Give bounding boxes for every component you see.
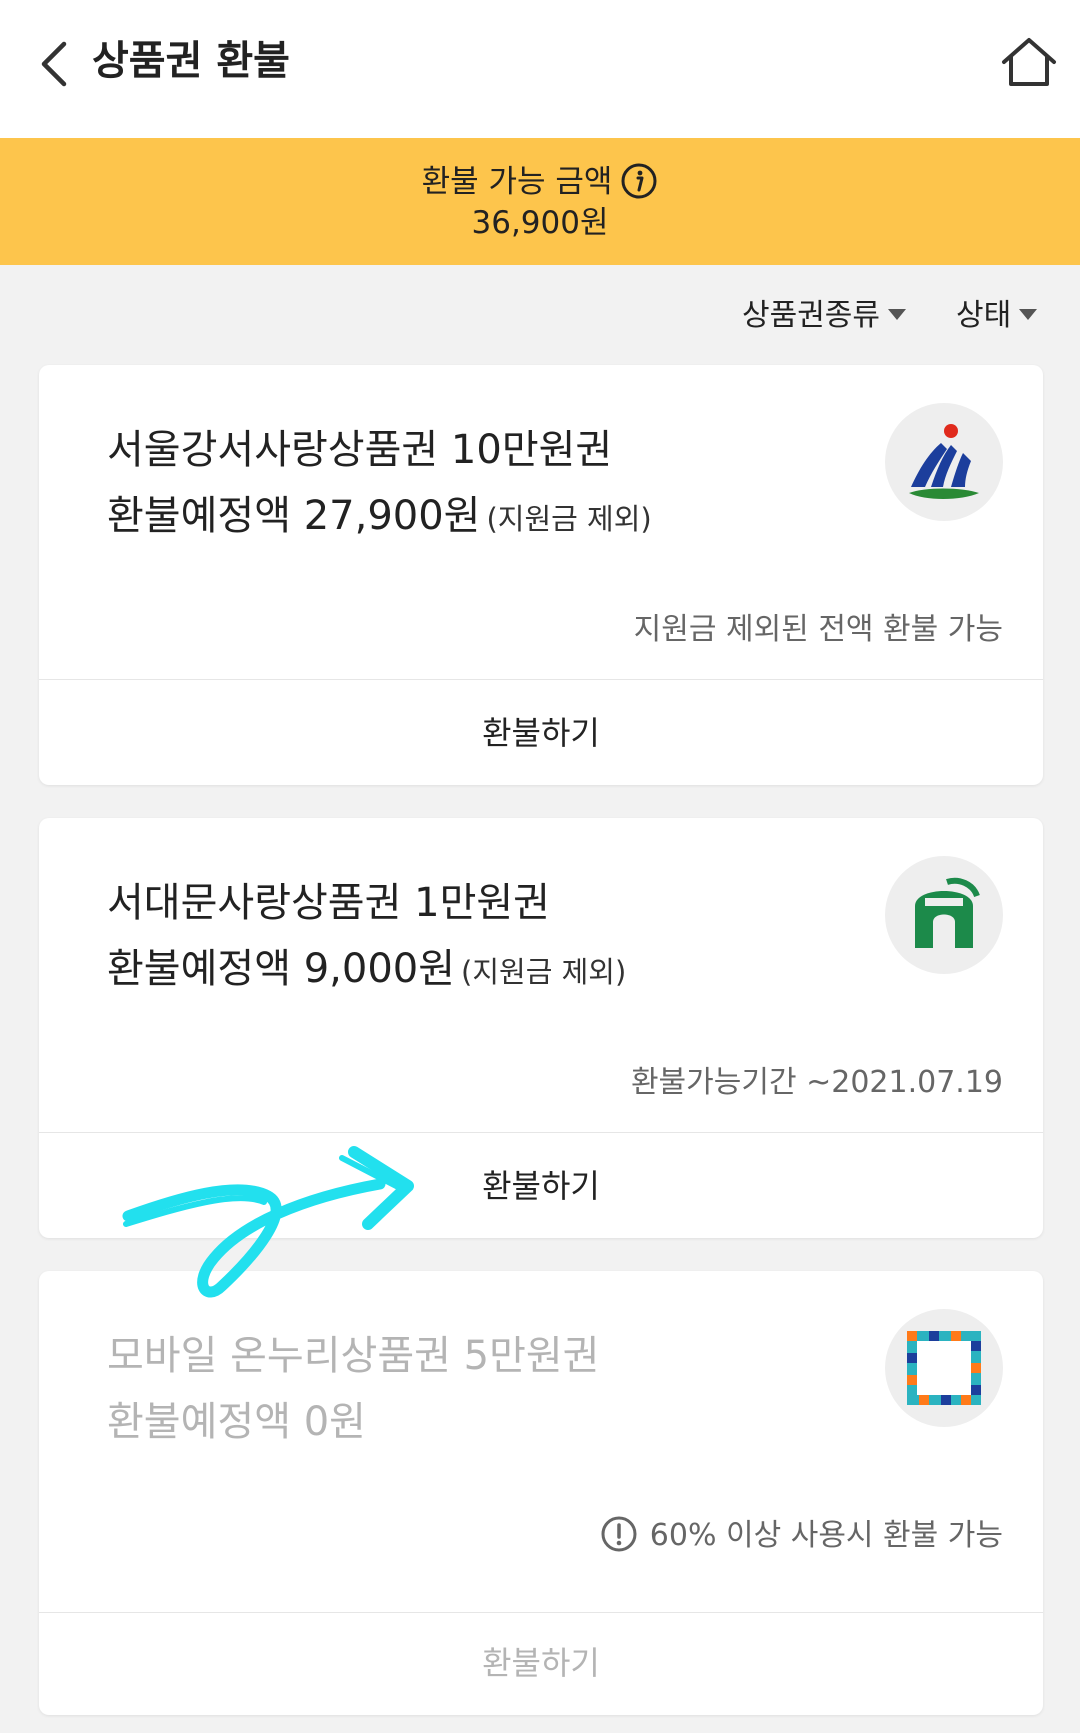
refund-amount-text: 환불예정액 9,000원: [107, 946, 456, 992]
voucher-note: 지원금 제외된 전액 환불 가능: [633, 612, 1003, 647]
card-divider: [39, 1132, 1043, 1133]
voucher-refund-amount: 환불예정액 0원: [107, 1395, 366, 1449]
voucher-note: 60% 이상 사용시 환불 가능: [600, 1515, 1003, 1557]
voucher-title: 서대문사랑상품권 1만원권: [107, 880, 550, 926]
banner-label-row: 환불 가능 금액: [0, 162, 1080, 202]
status-filter-label: 상태: [956, 298, 1012, 333]
voucher-refund-amount: 환불예정액 27,900원 (지원금 제외): [107, 489, 652, 546]
onnuri-logo-icon: [885, 1309, 1003, 1427]
warning-circle-icon: [600, 1515, 638, 1553]
voucher-title: 서울강서사랑상품권 10만원권: [107, 427, 613, 473]
home-button[interactable]: [996, 30, 1062, 96]
back-button[interactable]: [30, 30, 90, 94]
voucher-card-seodaemun: 서대문사랑상품권 1만원권 환불예정액 9,000원 (지원금 제외) 환불가능기…: [39, 818, 1043, 1238]
refundable-amount-banner: 환불 가능 금액 36,900원: [0, 138, 1080, 265]
home-icon: [1002, 38, 1056, 86]
seodaemun-logo-icon: [885, 856, 1003, 974]
refund-amount-text: 환불예정액 27,900원: [107, 493, 481, 539]
refund-amount-note: (지원금 제외): [461, 955, 627, 989]
card-divider: [39, 679, 1043, 680]
voucher-type-filter-label: 상품권종류: [742, 298, 880, 333]
refund-button[interactable]: 환불하기: [39, 683, 1043, 783]
voucher-note: 환불가능기간 ~2021.07.19: [630, 1065, 1003, 1100]
dropdown-caret-icon: [1019, 309, 1038, 320]
voucher-card-onnuri: 모바일 온누리상품권 5만원권 환불예정액 0원 60% 이상 사용시 환불 가…: [39, 1271, 1043, 1715]
gangseo-logo-icon: [885, 403, 1003, 521]
page-title: 상품권 환불: [92, 38, 290, 84]
refund-button[interactable]: 환불하기: [39, 1136, 1043, 1236]
refund-amount-text: 환불예정액 0원: [107, 1399, 366, 1445]
voucher-card-gangseo: 서울강서사랑상품권 10만원권 환불예정액 27,900원 (지원금 제외) 지원…: [39, 365, 1043, 785]
status-filter[interactable]: 상태: [956, 296, 1038, 336]
dropdown-caret-icon: [888, 309, 906, 320]
refund-button-disabled[interactable]: 환불하기: [39, 1613, 1043, 1713]
refund-amount-note: (지원금 제외): [486, 502, 652, 536]
voucher-refund-amount: 환불예정액 9,000원 (지원금 제외): [107, 942, 626, 999]
refundable-amount-label: 환불 가능 금액: [421, 164, 613, 200]
info-icon[interactable]: [620, 162, 658, 200]
voucher-title: 모바일 온누리상품권 5만원권: [107, 1333, 600, 1379]
app-header: 상품권 환불: [0, 0, 1080, 138]
voucher-type-filter[interactable]: 상품권종류: [742, 296, 906, 336]
chevron-left-icon: [41, 41, 67, 87]
refundable-amount-value: 36,900원: [471, 205, 609, 241]
voucher-note-text: 60% 이상 사용시 환불 가능: [649, 1518, 1003, 1553]
